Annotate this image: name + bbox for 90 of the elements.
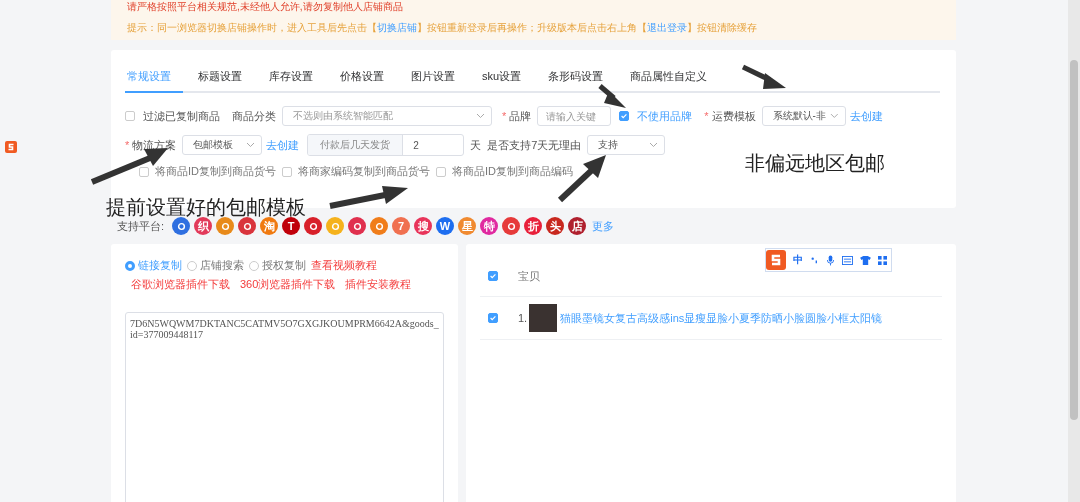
platform-icon[interactable]: 星: [458, 217, 477, 235]
required-mark: *: [125, 139, 130, 151]
annotation-text: 提前设置好的包邮模板: [106, 195, 306, 220]
annotation-arrow: [598, 84, 626, 108]
shirt-icon[interactable]: [860, 255, 871, 265]
platforms-label: 支持平台:: [117, 218, 165, 234]
settings-tab[interactable]: 条形码设置: [536, 62, 616, 91]
platform-icon[interactable]: [370, 217, 389, 235]
chevron-down-icon: [476, 113, 485, 119]
platform-icon[interactable]: 搜: [414, 217, 433, 235]
grid-icon[interactable]: [878, 255, 887, 265]
option-label: 将商家编码复制到商品货号: [298, 164, 430, 179]
platform-icon[interactable]: [172, 217, 191, 235]
settings-tab[interactable]: 商品属性自定义: [618, 62, 720, 91]
no-brand-label: 不使用品牌: [637, 108, 693, 124]
checkbox[interactable]: [488, 313, 498, 323]
mode-label: 授权复制: [262, 258, 306, 273]
ship-days-input[interactable]: 付款后几天发货 2: [307, 134, 465, 156]
checkbox[interactable]: [436, 166, 446, 177]
platform-icon[interactable]: [348, 217, 367, 235]
mode-label: 链接复制: [138, 258, 182, 273]
radio[interactable]: [125, 260, 135, 271]
checkbox[interactable]: [282, 166, 292, 177]
brand-label: 品牌: [509, 108, 532, 124]
ime-logo-icon[interactable]: [766, 250, 786, 270]
option-label: 将商品ID复制到商品编码: [452, 164, 573, 179]
checkbox[interactable]: [125, 111, 135, 121]
more-link[interactable]: 更多: [592, 218, 615, 234]
platform-icon[interactable]: 头: [546, 217, 565, 235]
warning-text: 请严格按照平台相关规范,未经他人允许,请勿复制他人店铺商品: [127, 0, 404, 13]
settings-tab[interactable]: 标题设置: [186, 62, 254, 91]
row-index: 1.: [518, 312, 528, 324]
create-link[interactable]: 去创建: [849, 108, 883, 124]
days-unit: 天: [470, 137, 482, 153]
return-label: 是否支持7天无理由: [487, 137, 582, 153]
microphone-icon[interactable]: [826, 254, 835, 266]
settings-tab[interactable]: 价格设置: [328, 62, 396, 91]
plugin-link[interactable]: 360浏览器插件下载: [240, 277, 336, 292]
chevron-down-icon: [246, 142, 256, 148]
punctuation-icon[interactable]: [810, 255, 819, 265]
platform-icon[interactable]: 折: [524, 217, 543, 235]
ime-mode[interactable]: 中: [793, 253, 803, 267]
platform-icon[interactable]: 7: [392, 217, 411, 235]
settings-tab[interactable]: 库存设置: [257, 62, 325, 91]
return-select[interactable]: 支持: [587, 135, 666, 155]
keyboard-icon[interactable]: [842, 255, 853, 265]
column-header: 宝贝: [518, 268, 540, 284]
platform-icon[interactable]: 特: [480, 217, 499, 235]
checkbox[interactable]: [619, 111, 630, 121]
platform-icon[interactable]: 织: [194, 217, 213, 235]
settings-tab[interactable]: 图片设置: [399, 62, 467, 91]
hint-text: 提示：同一浏览器切换店铺操作时，进入工具后先点击【切换店铺】按钮重新登录后再操作；升级版本后点击右上角【退出登录】按钮清除缓存: [127, 21, 758, 35]
filter-label: 过滤已复制商品: [143, 108, 220, 124]
option-label: 将商品ID复制到商品货号: [155, 164, 276, 179]
settings-tab[interactable]: 常规设置: [125, 62, 183, 93]
photo-placeholder: [529, 304, 558, 332]
platform-icon[interactable]: T: [282, 217, 301, 235]
chevron-down-icon: [649, 142, 659, 148]
mode-label: 店铺搜索: [200, 258, 244, 273]
platform-icon[interactable]: [216, 217, 235, 235]
hint-link[interactable]: 退出登录: [647, 22, 687, 33]
platform-icon[interactable]: 淘: [260, 217, 279, 235]
platform-icon[interactable]: [304, 217, 323, 235]
plugin-link[interactable]: 插件安装教程: [345, 277, 412, 292]
required-mark: *: [704, 110, 709, 122]
scrollbar[interactable]: [1068, 0, 1080, 502]
category-select[interactable]: 不选则由系统智能匹配: [282, 106, 492, 126]
freight-label: 运费模板: [711, 108, 756, 124]
url-textarea[interactable]: 7D6N5WQWM7DKTANC5CATMV5O7GXGJKOUMPRM6642A&goods_id=377009448117: [125, 312, 444, 502]
checkbox[interactable]: [139, 166, 149, 177]
annotation-text: 非偏远地区包邮: [745, 151, 885, 176]
tutorial-link[interactable]: 查看视频教程: [311, 258, 377, 273]
category-label: 商品分类: [232, 108, 276, 124]
settings-tab[interactable]: sku设置: [470, 62, 534, 91]
hint-link[interactable]: 切换店铺: [377, 22, 417, 33]
annotation-arrow: [741, 64, 786, 89]
create-link[interactable]: 去创建: [266, 137, 300, 153]
product-title-link[interactable]: 猫眼墨镜女复古高级感ins显瘦显脸小夏季防晒小脸圆脸小框太阳镜: [560, 310, 883, 326]
ime-logo-icon[interactable]: [5, 141, 17, 153]
checkbox[interactable]: [488, 271, 498, 281]
platform-icon[interactable]: [238, 217, 257, 235]
platform-icon[interactable]: 店: [568, 217, 587, 235]
plugin-link[interactable]: 谷歌浏览器插件下载: [131, 277, 230, 292]
platform-icon[interactable]: W: [436, 217, 455, 235]
platform-icon[interactable]: [502, 217, 521, 235]
chevron-down-icon: [829, 113, 839, 119]
required-mark: *: [502, 110, 507, 122]
brand-input[interactable]: 请输入关键: [537, 106, 612, 126]
logistics-select[interactable]: 包邮模板: [182, 135, 263, 155]
freight-select[interactable]: 系统默认-非: [761, 106, 846, 126]
